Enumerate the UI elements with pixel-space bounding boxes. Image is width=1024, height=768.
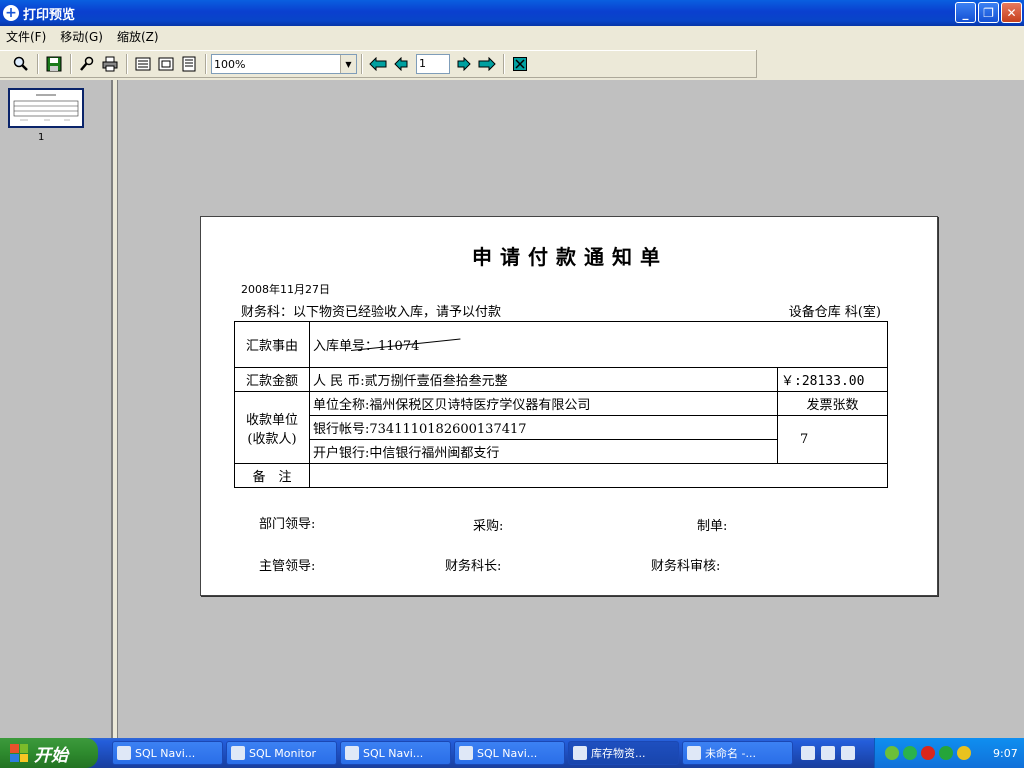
- sig-purchase: 采购:: [473, 519, 504, 534]
- payee-label: 收款单位 (收款人): [234, 391, 310, 464]
- task-sql-navigator-3[interactable]: SQL Navi...: [454, 741, 565, 765]
- zoom-value: 100%: [214, 57, 246, 71]
- save-icon[interactable]: [43, 53, 65, 75]
- app-icon: [459, 746, 473, 760]
- payee-account: 银行帐号:7341110182600137417: [309, 415, 778, 440]
- remark-value: [309, 463, 888, 488]
- last-page-icon[interactable]: [476, 53, 498, 75]
- document-page: 申请付款通知单 2008年11月27日 财务科：以下物资已经验收入库，请予以付款…: [200, 216, 938, 596]
- reason-label: 汇款事由: [234, 321, 310, 368]
- start-label: 开始: [34, 745, 68, 766]
- minimize-button[interactable]: _: [955, 2, 976, 23]
- pencil-icon[interactable]: [957, 746, 971, 760]
- paint-icon: [687, 746, 701, 760]
- thumbnail-label: 1: [38, 132, 45, 143]
- keyboard-icon[interactable]: [801, 746, 815, 760]
- ime-icon[interactable]: [903, 746, 917, 760]
- amount-figure: ￥:28133.00: [777, 367, 888, 392]
- amount-words: 人 民 币:贰万捌仟壹佰叁拾叁元整: [309, 367, 778, 392]
- prev-page-icon[interactable]: [390, 53, 412, 75]
- sig-maker: 制单:: [697, 519, 728, 534]
- network-icon[interactable]: [885, 746, 899, 760]
- close-preview-icon[interactable]: [509, 53, 531, 75]
- printer-icon[interactable]: [99, 53, 121, 75]
- task-label: SQL Navi...: [363, 746, 424, 760]
- task-label: 库存物资...: [591, 747, 646, 760]
- toolbar-empty: [756, 50, 1024, 78]
- monitor-icon: [231, 746, 245, 760]
- windows-logo-icon: [10, 744, 28, 762]
- thumbnail-pane: 1: [0, 80, 113, 738]
- payee-label-b: (收款人): [247, 431, 297, 447]
- print-setup-icon[interactable]: [76, 53, 98, 75]
- doc-title: 申请付款通知单: [472, 245, 668, 269]
- payee-unit: 单位全称:福州保税区贝诗特医疗学仪器有限公司: [309, 391, 778, 416]
- menu-zoom[interactable]: 缩放(Z): [117, 28, 159, 45]
- doc-intro: 财务科：以下物资已经验收入库，请予以付款: [241, 305, 502, 320]
- whole-page-icon[interactable]: [155, 53, 177, 75]
- system-tray: 9:07: [874, 738, 1024, 768]
- sig-dept-leader: 部门领导:: [259, 517, 316, 532]
- start-button[interactable]: 开始: [0, 738, 98, 768]
- amount-label: 汇款金额: [234, 367, 310, 392]
- doc-department: 设备仓库 科(室): [788, 305, 881, 320]
- task-label: 未命名 -...: [705, 747, 756, 760]
- invoice-count: 7: [777, 415, 888, 464]
- actual-size-icon[interactable]: [178, 53, 200, 75]
- app-icon: +: [3, 5, 19, 21]
- task-sql-navigator-1[interactable]: SQL Navi...: [112, 741, 223, 765]
- invoice-label: 发票张数: [777, 391, 888, 416]
- title-bar: + 打印预览 _ ❐ ✕: [0, 0, 1024, 26]
- restore-button[interactable]: ❐: [978, 2, 999, 23]
- stop-icon[interactable]: [921, 746, 935, 760]
- zoom-select[interactable]: 100% ▼: [211, 54, 357, 74]
- plus-icon: [573, 746, 587, 760]
- page-width-icon[interactable]: [132, 53, 154, 75]
- arrow-icon[interactable]: [841, 746, 855, 760]
- sig-chief: 主管领导:: [259, 559, 316, 574]
- chevron-down-icon[interactable]: ▼: [340, 55, 356, 73]
- sig-finance-head: 财务科长:: [445, 559, 502, 574]
- clock: 9:07: [993, 746, 1018, 760]
- task-inventory[interactable]: 库存物资...: [568, 741, 679, 765]
- close-button[interactable]: ✕: [1001, 2, 1022, 23]
- remark-label: 备 注: [234, 463, 310, 488]
- task-sql-navigator-2[interactable]: SQL Navi...: [340, 741, 451, 765]
- shield-icon[interactable]: [939, 746, 953, 760]
- task-sql-monitor[interactable]: SQL Monitor: [226, 741, 337, 765]
- task-label: SQL Navi...: [477, 746, 538, 760]
- page-thumbnail[interactable]: [8, 88, 84, 128]
- first-page-icon[interactable]: [367, 53, 389, 75]
- next-page-icon[interactable]: [453, 53, 475, 75]
- payment-form-table: 汇款事由 入库单号：11074 汇款金额 人 民 币:贰万捌仟壹佰叁拾叁元整 ￥…: [234, 321, 888, 488]
- payee-bank: 开户银行:中信银行福州闽都支行: [309, 439, 778, 464]
- page-number-input[interactable]: 1: [416, 54, 450, 74]
- window-title: 打印预览: [23, 7, 76, 23]
- taskbar: 开始 SQL Navi... SQL Monitor SQL Navi... S…: [0, 738, 1024, 768]
- menu-bar: 文件(F) 移动(G) 缩放(Z): [0, 26, 1024, 46]
- sig-finance-audit: 财务科审核:: [651, 559, 721, 574]
- app-icon: [345, 746, 359, 760]
- toolbar: 100% ▼ 1: [0, 50, 756, 78]
- menu-file[interactable]: 文件(F): [6, 28, 46, 45]
- app-icon: [117, 746, 131, 760]
- payee-label-a: 收款单位: [245, 412, 298, 428]
- task-untitled[interactable]: 未命名 -...: [682, 741, 793, 765]
- help-icon[interactable]: [821, 746, 835, 760]
- menu-move[interactable]: 移动(G): [60, 28, 103, 45]
- task-label: SQL Navi...: [135, 746, 196, 760]
- magnify-icon[interactable]: [10, 53, 32, 75]
- doc-date: 2008年11月27日: [241, 283, 330, 296]
- task-label: SQL Monitor: [249, 746, 317, 760]
